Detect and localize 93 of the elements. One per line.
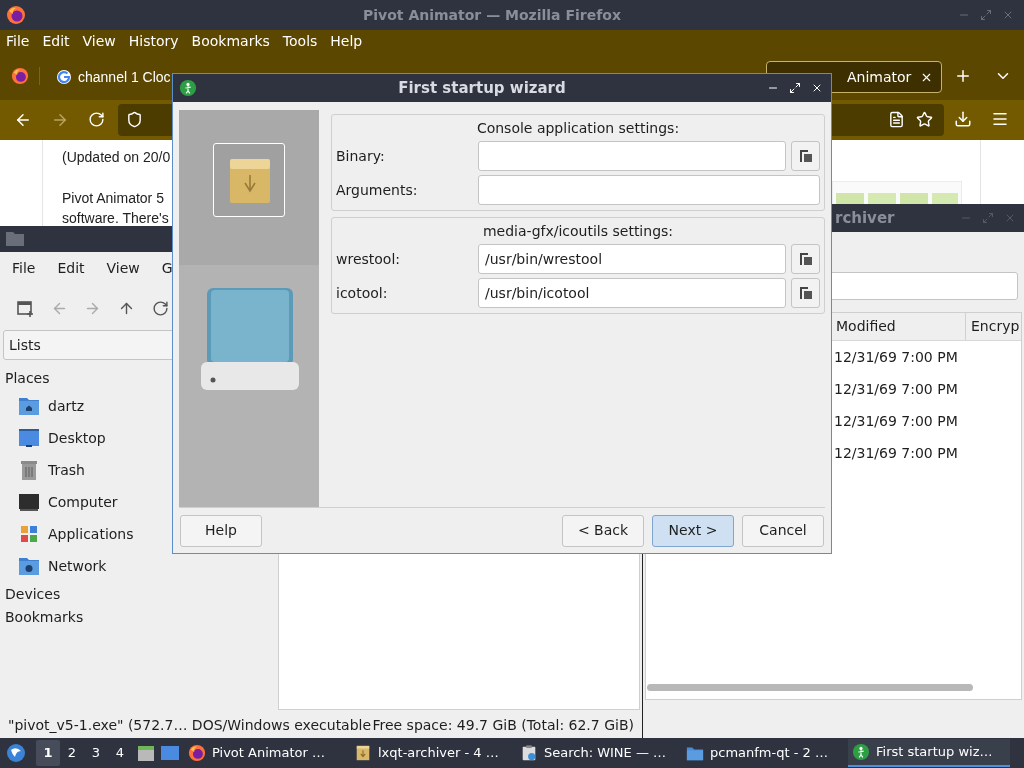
back-icon[interactable] [14, 111, 32, 129]
status-text: "pivot_v5-1.exe" (572.7… DOS/Windows executable [8, 715, 373, 735]
column-header[interactable]: Encryp [966, 313, 1020, 340]
browse-icon [797, 148, 814, 164]
section-heading[interactable]: Bookmarks [0, 605, 278, 628]
stick-figure-icon [852, 743, 870, 761]
group-heading: media-gfx/icoutils settings: [481, 221, 675, 241]
dialog-button[interactable]: Next > [652, 514, 734, 547]
folder-icon [6, 232, 24, 246]
window-title: rchiver [835, 207, 896, 229]
up-icon[interactable] [118, 300, 135, 317]
workspace-button[interactable]: 1 [36, 740, 60, 766]
close-icon[interactable] [811, 82, 823, 94]
menu-item[interactable]: Bookmarks [191, 30, 270, 52]
browse-button[interactable] [791, 244, 820, 274]
place-item[interactable]: Trash [0, 454, 278, 486]
applications-icon [18, 524, 40, 544]
scrollbar[interactable] [647, 684, 973, 691]
menu-item[interactable]: Edit [57, 258, 85, 279]
task-button[interactable]: First startup wiz… [848, 739, 1010, 767]
menu-item[interactable]: View [82, 30, 116, 52]
workspace-button[interactable]: 4 [108, 740, 132, 766]
new-window-icon[interactable] [17, 300, 34, 317]
menu-item[interactable]: Edit [42, 30, 70, 52]
task-button[interactable]: Search: WINE — … [516, 739, 678, 767]
file-cabinet-icon[interactable] [136, 743, 156, 763]
start-menu-icon[interactable] [6, 743, 26, 763]
firefox-icon [188, 744, 206, 762]
dialog-button[interactable]: < Back [562, 514, 644, 547]
monitor-icon [18, 492, 40, 512]
browse-button[interactable] [791, 278, 820, 308]
dialog-button[interactable]: Help [180, 514, 262, 547]
menu-item[interactable]: Help [330, 30, 363, 52]
forward-icon[interactable] [51, 111, 69, 129]
field-label: Binary: [336, 146, 386, 166]
menu-item[interactable]: File [6, 30, 30, 52]
trash-icon [18, 460, 40, 480]
desktop-icon[interactable] [160, 743, 180, 763]
window-title: First startup wizard [397, 77, 567, 99]
place-item[interactable]: Network [0, 550, 278, 582]
reload-icon[interactable] [152, 300, 169, 317]
group-heading: Console application settings: [475, 118, 681, 138]
text-field[interactable] [478, 141, 786, 171]
package-icon [354, 744, 372, 762]
section-heading[interactable]: Devices [0, 582, 278, 605]
home-folder-icon [18, 396, 40, 416]
page-text: Pivot Animator 5 [62, 189, 164, 208]
new-tab-icon[interactable] [954, 67, 972, 85]
table-cell-text: 12/31/69 7:00 PM [834, 443, 958, 463]
firefox-icon [6, 5, 26, 25]
menu-item[interactable]: G [161, 258, 173, 279]
stick-figure-icon [179, 79, 197, 97]
place-item[interactable]: Desktop [0, 422, 278, 454]
field-label: Arguments: [336, 180, 419, 200]
dialog-button[interactable]: Cancel [742, 514, 824, 547]
text-field[interactable] [478, 175, 820, 205]
section-heading: Places [4, 369, 51, 388]
page-text: (Updated on 20/0 [62, 148, 171, 167]
task-button[interactable]: lxqt-archiver - 4 … [350, 739, 512, 767]
menu-item[interactable]: File [12, 258, 36, 279]
menu-item[interactable]: History [128, 30, 179, 52]
network-folder-icon [18, 556, 40, 576]
status-text: Free space: 49.7 GiB (Total: 62.7 GiB) [372, 715, 634, 735]
firefox-icon [10, 67, 29, 85]
menu-item[interactable]: View [106, 258, 140, 279]
task-button[interactable]: pcmanfm-qt - 2 … [682, 739, 844, 767]
browse-button[interactable] [791, 141, 820, 171]
page-text: software. There's [62, 209, 169, 228]
workspace-button[interactable]: 3 [84, 740, 108, 766]
maximize-icon[interactable] [789, 82, 801, 94]
table-cell-text: 12/31/69 7:00 PM [834, 379, 958, 399]
star-icon[interactable] [916, 111, 933, 128]
google-icon [56, 69, 72, 85]
table-cell-text: 12/31/69 7:00 PM [834, 411, 958, 431]
clipboard-icon [520, 744, 538, 762]
text-field[interactable]: /usr/bin/icotool [478, 278, 786, 308]
desktop-icon [18, 428, 40, 448]
workspace-button[interactable]: 2 [60, 740, 84, 766]
browse-icon [797, 251, 814, 267]
browse-icon [797, 285, 814, 301]
table-cell-text: 12/31/69 7:00 PM [834, 347, 958, 367]
download-icon[interactable] [954, 110, 972, 128]
menu-icon[interactable] [991, 110, 1009, 128]
browser-tab[interactable]: channel 1 Cloc [52, 61, 175, 93]
field-label: icotool: [336, 283, 389, 303]
shield-icon[interactable] [126, 111, 143, 128]
place-item[interactable]: dartz [0, 390, 278, 422]
field-label: wrestool: [336, 249, 402, 269]
menu-item[interactable]: Tools [282, 30, 318, 52]
text-field[interactable]: /usr/bin/wrestool [478, 244, 786, 274]
task-button[interactable]: Pivot Animator … [184, 739, 346, 767]
reader-view-icon[interactable] [888, 111, 905, 128]
window-title: Pivot Animator — Mozilla Firefox [362, 5, 622, 25]
